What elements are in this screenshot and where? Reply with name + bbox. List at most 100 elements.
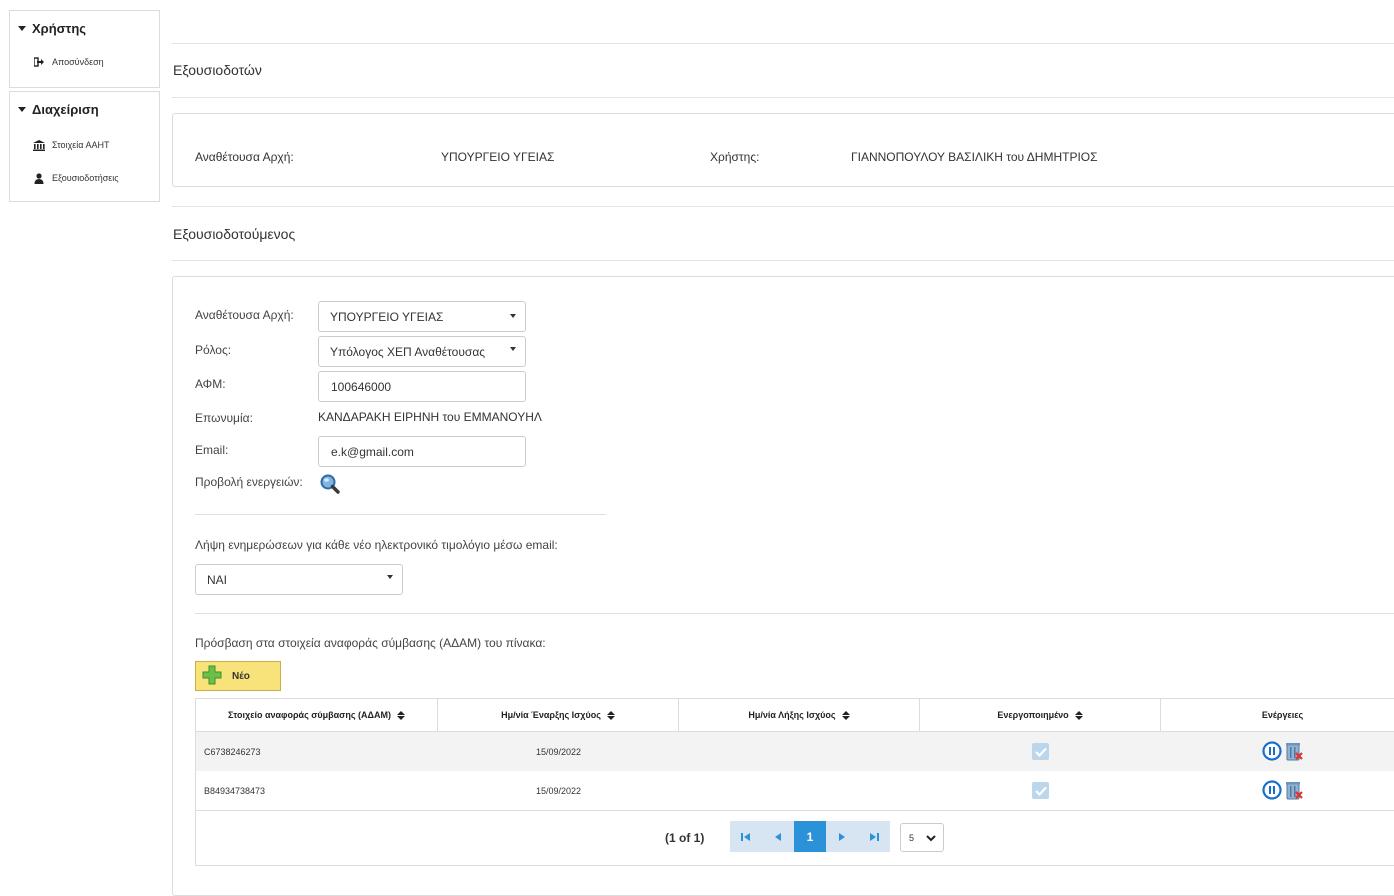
divider bbox=[172, 97, 1394, 98]
sidebar-item-logout[interactable]: Αποσύνδεση bbox=[10, 52, 159, 72]
notify-label: Λήψη ενημερώσεων για κάθε νέο ηλεκτρονικ… bbox=[195, 538, 558, 552]
user-label: Χρήστης: bbox=[710, 150, 760, 164]
admin-panel-title: Διαχείριση bbox=[32, 102, 99, 117]
sort-icon bbox=[841, 710, 850, 720]
table-header: Στοιχείο αναφοράς σύμβασης (ΑΔΑΜ) Ημ/νία… bbox=[196, 699, 1394, 732]
user-panel: Χρήστης Αποσύνδεση bbox=[9, 10, 160, 88]
caret-down-icon bbox=[18, 107, 26, 112]
sidebar-item-aaht[interactable]: Στοιχεία ΑΑΗΤ bbox=[10, 135, 159, 155]
access-label: Πρόσβαση στα στοιχεία αναφοράς σύμβασης … bbox=[195, 636, 546, 650]
sort-icon bbox=[606, 710, 615, 720]
pager-summary: (1 of 1) bbox=[665, 831, 705, 845]
column-header-end[interactable]: Ημ/νία Λήξης Ισχύος bbox=[679, 699, 920, 731]
magnifier-icon[interactable] bbox=[319, 473, 341, 495]
sort-icon bbox=[396, 710, 405, 720]
column-header-start[interactable]: Ημ/νία Έναρξης Ισχύος bbox=[438, 699, 679, 731]
prev-page-button[interactable] bbox=[762, 821, 794, 852]
column-header-adam[interactable]: Στοιχείο αναφοράς σύμβασης (ΑΔΑΜ) bbox=[196, 699, 438, 731]
enabled-checkbox[interactable] bbox=[1032, 743, 1049, 760]
divider bbox=[172, 260, 1394, 261]
first-page-button[interactable] bbox=[730, 821, 762, 852]
email-field[interactable] bbox=[318, 436, 526, 467]
page-number-button[interactable]: 1 bbox=[794, 821, 826, 852]
authority-value: ΥΠΟΥΡΓΕΙΟ ΥΓΕΙΑΣ bbox=[441, 150, 555, 164]
pause-icon[interactable] bbox=[1262, 779, 1282, 802]
new-button[interactable]: Νέο bbox=[195, 661, 281, 691]
admin-panel: Διαχείριση Στοιχεία ΑΑΗΤ Εξουσιοδοτήσεις bbox=[9, 91, 160, 202]
sign-out-icon bbox=[32, 57, 46, 67]
next-page-icon bbox=[839, 832, 845, 841]
surname-label: Επωνυμία: bbox=[195, 411, 253, 425]
caret-down-icon bbox=[18, 26, 26, 31]
authorizer-card bbox=[172, 113, 1394, 187]
role-select[interactable]: Υπόλογος ΧΕΠ Αναθέτουσας bbox=[318, 336, 526, 367]
surname-value: ΚΑΝΔΑΡΑΚΗ ΕΙΡΗΝΗ του ΕΜΜΑΝΟΥΗΛ bbox=[318, 410, 542, 424]
chevron-down-icon bbox=[926, 835, 936, 842]
afm-label: ΑΦΜ: bbox=[195, 377, 226, 391]
user-panel-header[interactable]: Χρήστης bbox=[10, 11, 159, 44]
paginator: (1 of 1) 1 5 bbox=[196, 810, 1394, 865]
prev-page-icon bbox=[775, 832, 781, 841]
new-button-label: Νέο bbox=[232, 670, 250, 682]
column-header-label: Ημ/νία Έναρξης Ισχύος bbox=[501, 710, 601, 720]
enabled-checkbox[interactable] bbox=[1032, 782, 1049, 799]
caret-down-icon bbox=[387, 575, 393, 579]
column-header-label: Ημ/νία Λήξης Ισχύος bbox=[748, 710, 836, 720]
caret-down-icon bbox=[510, 347, 516, 351]
authority-label: Αναθέτουσα Αρχή: bbox=[195, 308, 294, 322]
sidebar-item-authorizations[interactable]: Εξουσιοδοτήσεις bbox=[10, 168, 159, 188]
sort-icon bbox=[1074, 710, 1083, 720]
notify-select[interactable]: ΝΑΙ bbox=[195, 564, 403, 595]
table-row[interactable]: C6738246273 15/09/2022 bbox=[196, 732, 1394, 771]
caret-down-icon bbox=[510, 314, 516, 318]
sidebar-item-label: Εξουσιοδοτήσεις bbox=[52, 173, 119, 183]
first-page-icon bbox=[741, 832, 750, 841]
next-page-button[interactable] bbox=[826, 821, 858, 852]
authority-select[interactable]: ΥΠΟΥΡΓΕΙΟ ΥΓΕΙΑΣ bbox=[318, 301, 526, 332]
role-select-value: Υπόλογος ΧΕΠ Αναθέτουσας bbox=[330, 344, 486, 359]
column-header-label: Ενέργειες bbox=[1261, 710, 1304, 720]
email-label: Email: bbox=[195, 443, 229, 457]
rows-per-page-value: 5 bbox=[909, 832, 915, 843]
admin-panel-header[interactable]: Διαχείριση bbox=[10, 92, 159, 125]
check-icon bbox=[1034, 747, 1047, 757]
afm-input[interactable] bbox=[318, 371, 526, 402]
cell-actions bbox=[1161, 740, 1394, 763]
cell-adam: B84934738473 bbox=[204, 785, 266, 796]
last-page-button[interactable] bbox=[858, 821, 890, 852]
authority-select-value: ΥΠΟΥΡΓΕΙΟ ΥΓΕΙΑΣ bbox=[330, 309, 444, 324]
actions-label: Προβολή ενεργειών: bbox=[195, 475, 303, 489]
sidebar-item-label: Αποσύνδεση bbox=[52, 57, 104, 67]
pause-icon[interactable] bbox=[1262, 740, 1282, 763]
cell-start: 15/09/2022 bbox=[535, 746, 582, 757]
check-icon bbox=[1034, 786, 1047, 796]
divider bbox=[195, 514, 606, 515]
user-panel-title: Χρήστης bbox=[32, 21, 87, 36]
sidebar-item-label: Στοιχεία ΑΑΗΤ bbox=[52, 140, 110, 150]
column-header-enabled[interactable]: Ενεργοποιημένο bbox=[920, 699, 1161, 731]
last-page-icon bbox=[870, 832, 879, 841]
divider bbox=[172, 206, 1394, 207]
role-label: Ρόλος: bbox=[195, 343, 232, 357]
divider bbox=[172, 43, 1394, 44]
cell-enabled bbox=[920, 743, 1161, 760]
cell-enabled bbox=[920, 782, 1161, 799]
table-row[interactable]: B84934738473 15/09/2022 bbox=[196, 771, 1394, 810]
user-icon bbox=[32, 172, 46, 184]
delete-icon[interactable] bbox=[1285, 741, 1303, 763]
institution-icon bbox=[32, 139, 46, 151]
section-title-authorized: Εξουσιοδοτούμενος bbox=[173, 226, 296, 242]
user-value: ΓΙΑΝΝΟΠΟΥΛΟΥ ΒΑΣΙΛΙΚΗ του ΔΗΜΗΤΡΙΟΣ bbox=[851, 150, 1098, 164]
section-title-authorizers: Εξουσιοδοτών bbox=[173, 62, 262, 78]
column-header-label: Ενεργοποιημένο bbox=[997, 710, 1069, 720]
adam-table: Στοιχείο αναφοράς σύμβασης (ΑΔΑΜ) Ημ/νία… bbox=[195, 698, 1394, 866]
notify-select-value: ΝΑΙ bbox=[207, 572, 228, 587]
delete-icon[interactable] bbox=[1285, 780, 1303, 802]
cell-adam: C6738246273 bbox=[204, 746, 261, 757]
rows-per-page-select[interactable]: 5 bbox=[900, 823, 944, 852]
divider bbox=[195, 613, 1394, 614]
plus-icon bbox=[202, 665, 222, 688]
authority-label: Αναθέτουσα Αρχή: bbox=[195, 150, 294, 164]
cell-start: 15/09/2022 bbox=[535, 785, 582, 796]
cell-actions bbox=[1161, 779, 1394, 802]
